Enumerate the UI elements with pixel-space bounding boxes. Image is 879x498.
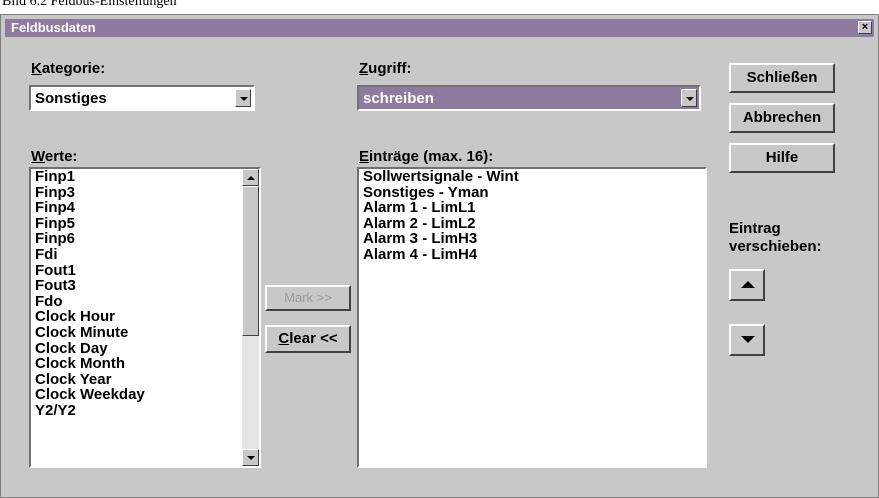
zugriff-value: schreiben <box>363 90 434 107</box>
eintrag-verschieben-line1: Eintrag <box>729 220 781 237</box>
list-item[interactable]: Sonstiges - Yman <box>359 184 705 201</box>
zugriff-label-rest: ugriff: <box>368 60 412 77</box>
chevron-down-icon[interactable] <box>681 89 697 107</box>
mark-button[interactable]: Mark >> <box>265 285 351 311</box>
window-title: Feldbusdaten <box>11 20 96 35</box>
list-item[interactable]: Alarm 4 - LimH4 <box>359 247 705 263</box>
zugriff-label: Zugriff: <box>359 60 412 77</box>
eintraege-label-rest: inträge (max. 16): <box>369 148 494 165</box>
move-down-button[interactable] <box>729 324 765 356</box>
list-item[interactable]: Fdi <box>31 247 242 263</box>
list-item[interactable]: Finp5 <box>31 216 242 232</box>
list-item[interactable]: Fout1 <box>31 262 242 279</box>
abbrechen-button[interactable]: Abbrechen <box>729 103 835 133</box>
arrow-down-icon <box>741 336 755 343</box>
eintraege-label: Einträge (max. 16): <box>359 148 493 165</box>
werte-label-accel: W <box>31 148 45 165</box>
schliessen-button[interactable]: Schließen <box>729 63 835 93</box>
clear-button[interactable]: Clear << <box>265 325 351 353</box>
scroll-down-arrow-icon[interactable] <box>242 449 259 466</box>
list-item[interactable]: Fout3 <box>31 278 242 294</box>
werte-listbox[interactable]: Finp1 Finp3 Finp4 Finp5 Finp6 Fdi Fout1 Fout3 Fd… <box>29 167 261 468</box>
list-item[interactable]: Finp4 <box>31 200 242 216</box>
close-icon[interactable]: × <box>858 21 872 34</box>
feldbusdaten-dialog: Feldbusdaten × Kategorie: Sonstiges Zugr… <box>0 14 879 498</box>
clear-button-label: lear << <box>289 330 338 347</box>
scroll-thumb[interactable] <box>242 186 259 336</box>
title-bar[interactable]: Feldbusdaten × <box>5 19 874 37</box>
werte-label-rest: erte: <box>44 148 78 165</box>
eintrag-verschieben-label: Eintrag verschieben: <box>729 220 822 256</box>
list-item[interactable]: Alarm 2 - LimL2 <box>359 216 705 232</box>
list-item[interactable]: Finp1 <box>31 169 242 185</box>
kategorie-label-accel: K <box>31 60 42 77</box>
top-strip: Bild 6.2 Feldbus-Einstellungen <box>0 0 879 14</box>
list-item[interactable]: Clock Year <box>31 372 242 388</box>
list-item[interactable]: Clock Minute <box>31 325 242 341</box>
eintraege-label-accel: E <box>359 148 370 165</box>
kategorie-dropdown[interactable]: Sonstiges <box>29 85 255 111</box>
top-strip-text: Bild 6.2 Feldbus-Einstellungen <box>2 0 177 9</box>
list-item[interactable]: Finp6 <box>31 231 242 247</box>
clear-button-accel: C <box>278 330 290 347</box>
zugriff-label-accel: Z <box>359 60 369 77</box>
list-item[interactable]: Clock Day <box>31 340 242 357</box>
move-up-button[interactable] <box>729 269 765 301</box>
list-item[interactable]: Alarm 1 - LimL1 <box>359 200 705 216</box>
eintraege-items: Sollwertsignale - Wint Sonstiges - Yman Al… <box>359 169 705 263</box>
list-item[interactable]: Clock Month <box>31 356 242 372</box>
werte-scrollbar[interactable] <box>242 169 259 466</box>
scroll-up-arrow-icon[interactable] <box>242 169 259 186</box>
list-item[interactable]: Y2/Y2 <box>31 403 242 419</box>
list-item[interactable]: Clock Hour <box>31 309 242 325</box>
chevron-down-icon[interactable] <box>235 89 251 107</box>
list-item[interactable]: Clock Weekday <box>31 387 242 403</box>
kategorie-label-rest: ategorie: <box>41 60 106 77</box>
kategorie-value: Sonstiges <box>35 90 107 107</box>
hilfe-button[interactable]: Hilfe <box>729 143 835 173</box>
list-item[interactable]: Finp3 <box>31 184 242 201</box>
eintraege-listbox[interactable]: Sollwertsignale - Wint Sonstiges - Yman Al… <box>357 167 707 468</box>
werte-items: Finp1 Finp3 Finp4 Finp5 Finp6 Fdi Fout1 Fout3 Fd… <box>31 169 259 419</box>
list-item[interactable]: Alarm 3 - LimH3 <box>359 231 705 247</box>
list-item[interactable]: Fdo <box>31 294 242 310</box>
zugriff-dropdown[interactable]: schreiben <box>357 85 701 111</box>
eintrag-verschieben-line2: verschieben: <box>729 238 822 255</box>
arrow-up-icon <box>741 281 755 288</box>
kategorie-label: Kategorie: <box>31 60 105 77</box>
list-item[interactable]: Sollwertsignale - Wint <box>359 169 705 185</box>
werte-label: Werte: <box>31 148 77 165</box>
